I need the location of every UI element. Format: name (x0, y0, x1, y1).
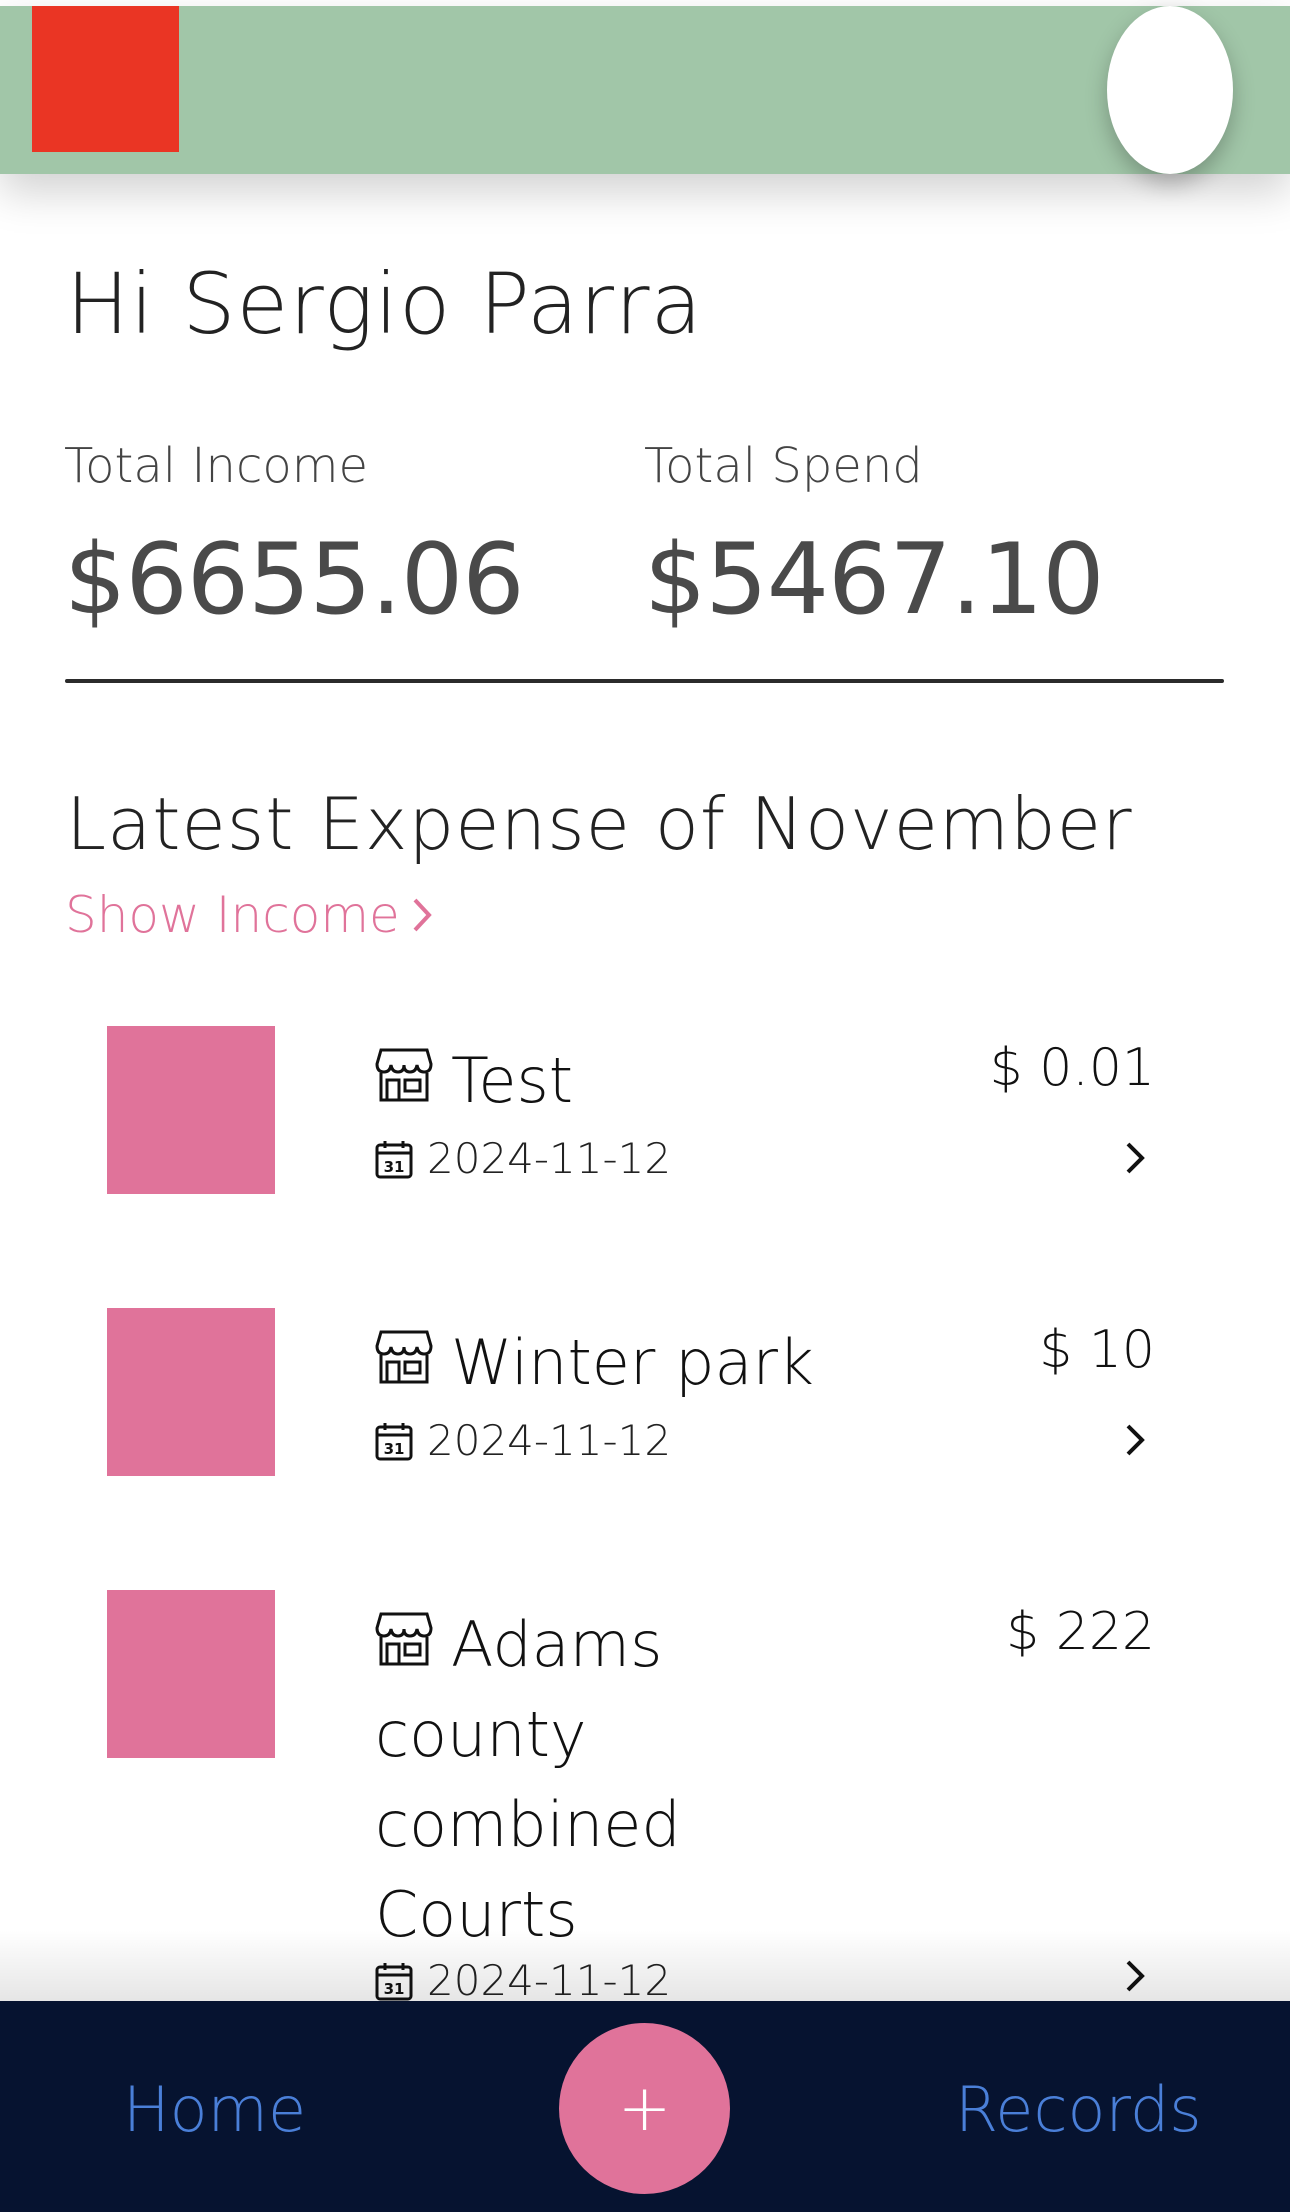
expense-thumbnail (107, 1026, 275, 1194)
expense-amount: $ 222 (1006, 1602, 1155, 1662)
store-icon (375, 1612, 433, 1666)
nav-records[interactable]: Records (955, 2073, 1202, 2146)
total-income-value: $6655.06 (64, 523, 525, 637)
svg-text:31: 31 (384, 1158, 405, 1176)
show-income-link[interactable]: Show Income (65, 882, 434, 948)
expense-name: Test (451, 1044, 574, 1117)
expense-item[interactable]: Test 31 2024-11-12 $ 0.01 (0, 1026, 1290, 1246)
expense-date: 2024-11-12 (427, 1134, 672, 1183)
store-icon (375, 1048, 433, 1102)
expense-item[interactable]: Winter park 31 2024-11-12 $ 10 (0, 1308, 1290, 1528)
chevron-right-icon[interactable] (1122, 1138, 1150, 1178)
user-avatar[interactable] (1107, 6, 1233, 174)
calendar-icon: 31 (375, 1422, 413, 1460)
section-title: Latest Expense of November (66, 782, 1133, 866)
expense-name: Winter park (451, 1326, 814, 1399)
greeting-title: Hi Sergio Parra (66, 255, 704, 353)
svg-text:31: 31 (384, 1440, 405, 1458)
store-icon (375, 1330, 433, 1384)
add-expense-button[interactable]: + (559, 2023, 730, 2194)
expense-thumbnail (107, 1590, 275, 1758)
app-logo-icon[interactable] (32, 6, 179, 152)
chevron-right-icon[interactable] (1122, 1420, 1150, 1460)
chevron-right-icon (413, 898, 432, 932)
expense-amount: $ 0.01 (989, 1038, 1155, 1098)
total-spend-value: $5467.10 (644, 523, 1105, 637)
calendar-icon: 31 (375, 1140, 413, 1178)
bottom-nav: Home + Records (0, 2001, 1290, 2212)
expense-amount: $ 10 (1039, 1320, 1155, 1380)
total-spend-label: Total Spend (644, 438, 923, 494)
expense-date: 2024-11-12 (427, 1416, 672, 1465)
scroll-fade (0, 1930, 1290, 2002)
expense-thumbnail (107, 1308, 275, 1476)
divider (65, 679, 1224, 683)
app-header (0, 6, 1290, 174)
total-income-label: Total Income (64, 438, 368, 494)
nav-home[interactable]: Home (123, 2073, 306, 2146)
show-income-label: Show Income (65, 886, 400, 944)
